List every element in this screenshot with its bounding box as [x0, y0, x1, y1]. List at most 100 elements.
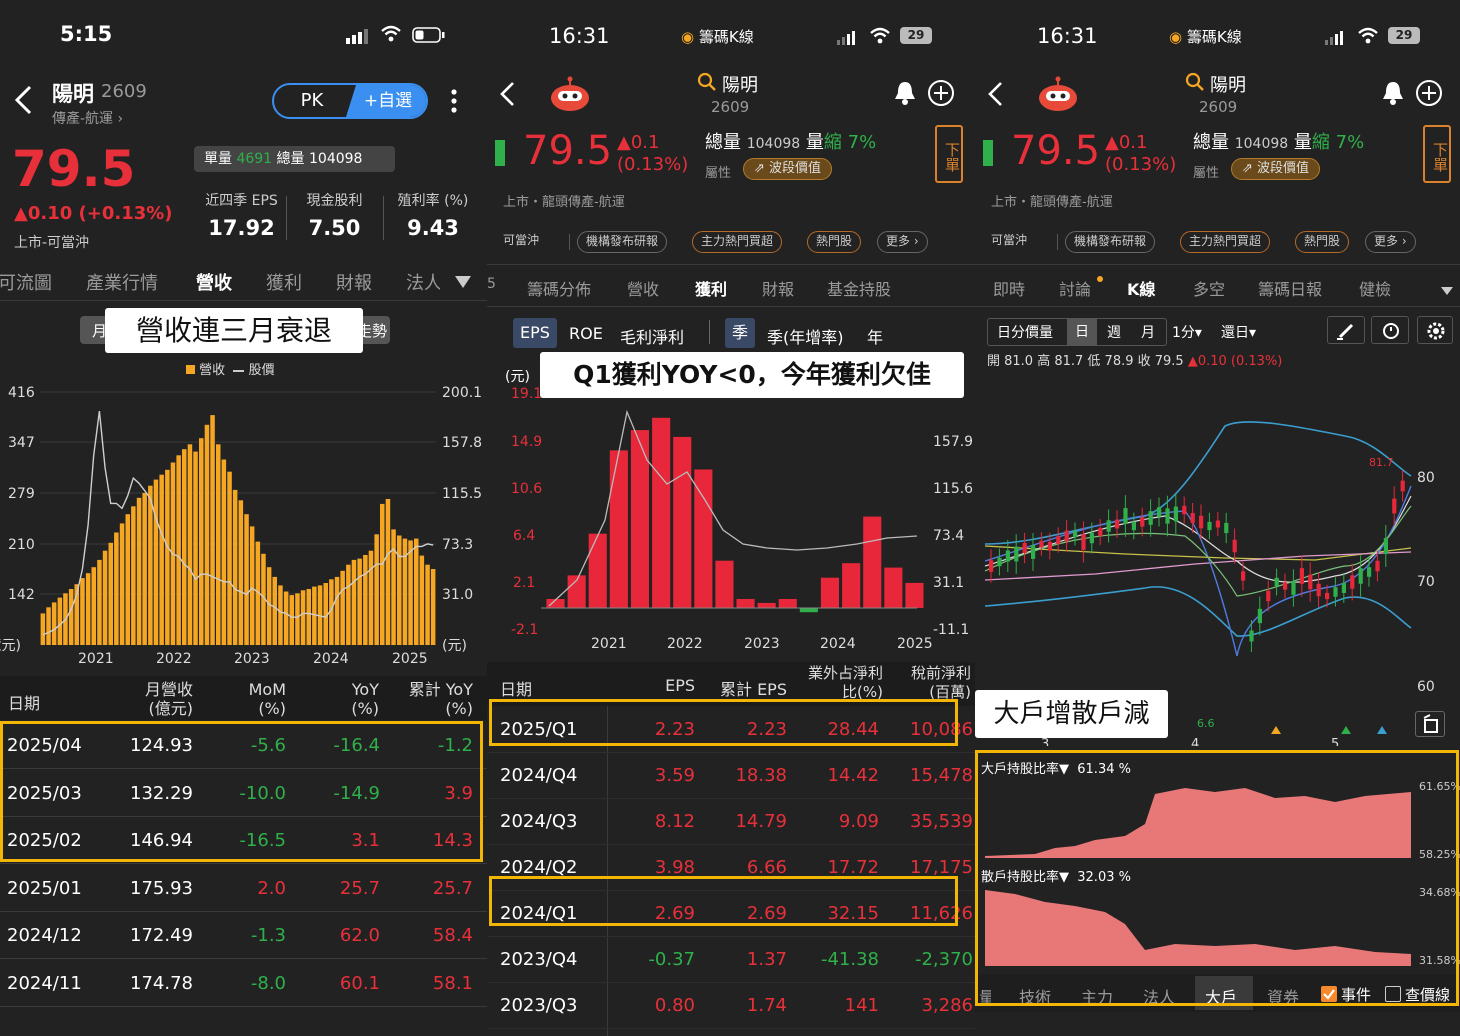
y-tick-right: -11.1	[933, 622, 969, 638]
industry-link[interactable]: 傳產-航運 ›	[52, 108, 123, 128]
metric-yield: 殖利率 (%) 9.43	[397, 193, 469, 240]
row-revenue: 172.49	[130, 925, 193, 947]
tab-flow[interactable]: 可流圖	[0, 269, 52, 295]
row-date: 2024/Q4	[500, 765, 578, 786]
tab-daily-report[interactable]: 籌碼日報	[1258, 276, 1322, 300]
chip-hot-stock[interactable]: 熱門股	[807, 231, 862, 253]
kline-toolbar-item[interactable]: 月	[1141, 322, 1155, 342]
row-yoy: 62.0	[339, 925, 380, 947]
kline-toolbar-item[interactable]: 日	[1067, 318, 1097, 346]
tab-financials[interactable]: 財報	[762, 276, 794, 300]
tab-profit[interactable]: 獲利	[695, 276, 727, 300]
pk-button[interactable]: PK	[274, 85, 350, 117]
candle	[1375, 560, 1380, 572]
revenue-bar	[244, 514, 249, 645]
order-button[interactable]: 下單	[1423, 125, 1451, 183]
row-pretax: 35,539	[910, 811, 973, 832]
row-cum-eps: 1.37	[746, 949, 787, 970]
tab-revenue[interactable]: 營收	[196, 269, 232, 295]
period-quarter[interactable]: 季	[725, 318, 755, 348]
table-row[interactable]: 2024/12 172.49 -1.3 62.0 58.4	[0, 912, 487, 960]
table-row[interactable]: 2023/Q3 0.80 1.74 141 3,286	[487, 983, 975, 1029]
profit-banner: Q1獲利YOY<0，今年獲利欠佳	[540, 352, 964, 398]
subtab-roe[interactable]: ROE	[569, 324, 603, 343]
market-line: 上市・龍頭傳產-航運	[991, 195, 1113, 210]
gear-icon[interactable]	[1417, 316, 1453, 344]
chip-hot-buy[interactable]: 主力熱門買超	[692, 231, 783, 253]
ai-robot-icon[interactable]	[549, 76, 591, 116]
revenue-bar	[40, 613, 46, 645]
tab-industry[interactable]: 產業行情	[86, 269, 158, 295]
subtab-margin[interactable]: 毛利淨利	[620, 324, 684, 348]
revenue-bar	[216, 444, 221, 645]
chip-research[interactable]: 機構發布研報	[577, 231, 668, 253]
stock-name: 陽明	[1210, 75, 1246, 96]
chip-more[interactable]: 更多 ›	[877, 231, 928, 253]
tab-profit[interactable]: 獲利	[266, 269, 302, 295]
row-eps: 0.80	[654, 995, 695, 1016]
attr-label: 屬性	[1193, 166, 1220, 181]
revenue-bar	[306, 589, 311, 645]
back-icon[interactable]	[12, 84, 34, 120]
tab-realtime[interactable]: 即時	[993, 276, 1025, 300]
tab-chip-distribution[interactable]: 籌碼分佈	[527, 276, 591, 300]
chip-hot-buy[interactable]: 主力熱門買超	[1180, 231, 1271, 253]
bell-icon[interactable]	[1381, 80, 1405, 110]
tab-discussion[interactable]: 討論	[1059, 276, 1091, 300]
alarm-icon[interactable]	[1371, 316, 1409, 344]
table-row[interactable]: 2024/Q4 3.59 18.38 14.42 15,478	[487, 753, 975, 799]
chip-daytrade[interactable]: 可當沖	[495, 231, 547, 253]
tab-institutional[interactable]: 法人	[406, 269, 440, 295]
bell-icon[interactable]	[893, 80, 917, 110]
back-icon[interactable]	[985, 80, 1005, 112]
attr-tag[interactable]: ⇗ 波段價值	[1231, 158, 1321, 180]
revenue-bar	[136, 497, 142, 645]
table-row[interactable]: 2024/Q3 8.12 14.79 9.09 35,539	[487, 799, 975, 845]
candle	[1022, 542, 1027, 554]
tab-dropdown-icon[interactable]	[1440, 281, 1454, 300]
add-watch-button[interactable]: +自選	[346, 85, 426, 117]
search-icon[interactable]	[697, 72, 717, 96]
tab-fund-holdings[interactable]: 基金持股	[827, 276, 891, 300]
tab-revenue[interactable]: 營收	[627, 276, 659, 300]
candle	[1081, 534, 1086, 550]
candle-icon	[495, 140, 505, 166]
tab-bull-bear[interactable]: 多空	[1193, 276, 1225, 300]
row-yoy: 25.7	[339, 877, 380, 899]
tab-kline[interactable]: K線	[1127, 276, 1155, 300]
search-icon[interactable]	[1185, 72, 1205, 96]
chip-daytrade[interactable]: 可當沖	[983, 231, 1035, 253]
period-quarter-yoy[interactable]: 季(年增率)	[767, 324, 844, 348]
kline-toolbar-item[interactable]: 還日▾	[1221, 322, 1256, 342]
row-revenue: 175.93	[130, 877, 193, 899]
tab-financials[interactable]: 財報	[336, 269, 372, 295]
tab-health[interactable]: 健檢	[1359, 276, 1391, 300]
chip-more[interactable]: 更多 ›	[1365, 231, 1416, 253]
order-button[interactable]: 下單	[935, 125, 963, 183]
chip-hot-stock[interactable]: 熱門股	[1295, 231, 1350, 253]
chip-research[interactable]: 機構發布研報	[1065, 231, 1156, 253]
ai-robot-icon[interactable]	[1037, 76, 1079, 116]
price: 79.5	[523, 128, 613, 174]
attr-tag[interactable]: ⇗ 波段價值	[743, 158, 833, 180]
add-circle-icon[interactable]	[927, 79, 955, 111]
table-row[interactable]: 2023/Q4 -0.37 1.37 -41.38 -2,370	[487, 937, 975, 983]
table-row[interactable]: 2025/01 175.93 2.0 25.7 25.7	[0, 865, 487, 912]
pen-icon[interactable]	[1327, 316, 1365, 344]
kline-toolbar-item[interactable]: 週	[1107, 322, 1121, 342]
attr-label: 屬性	[705, 166, 732, 181]
subtab-eps[interactable]: EPS	[513, 318, 557, 348]
status-time: 16:31	[549, 24, 610, 48]
stock-name: 陽明	[52, 82, 94, 106]
tab-dropdown-icon[interactable]	[454, 274, 472, 293]
kline-toolbar-item[interactable]: 日分價量	[997, 322, 1053, 342]
back-icon[interactable]	[497, 80, 517, 112]
table-row[interactable]: 2024/11 174.78 -8.0 60.1 58.1	[0, 960, 487, 1007]
period-year[interactable]: 年	[867, 324, 883, 348]
revenue-bar	[340, 570, 345, 645]
more-icon[interactable]	[450, 88, 458, 118]
candle	[1358, 568, 1363, 584]
add-circle-icon[interactable]	[1415, 79, 1443, 111]
rotate-icon[interactable]	[1415, 711, 1445, 737]
kline-toolbar-item[interactable]: 1分▾	[1172, 322, 1202, 342]
